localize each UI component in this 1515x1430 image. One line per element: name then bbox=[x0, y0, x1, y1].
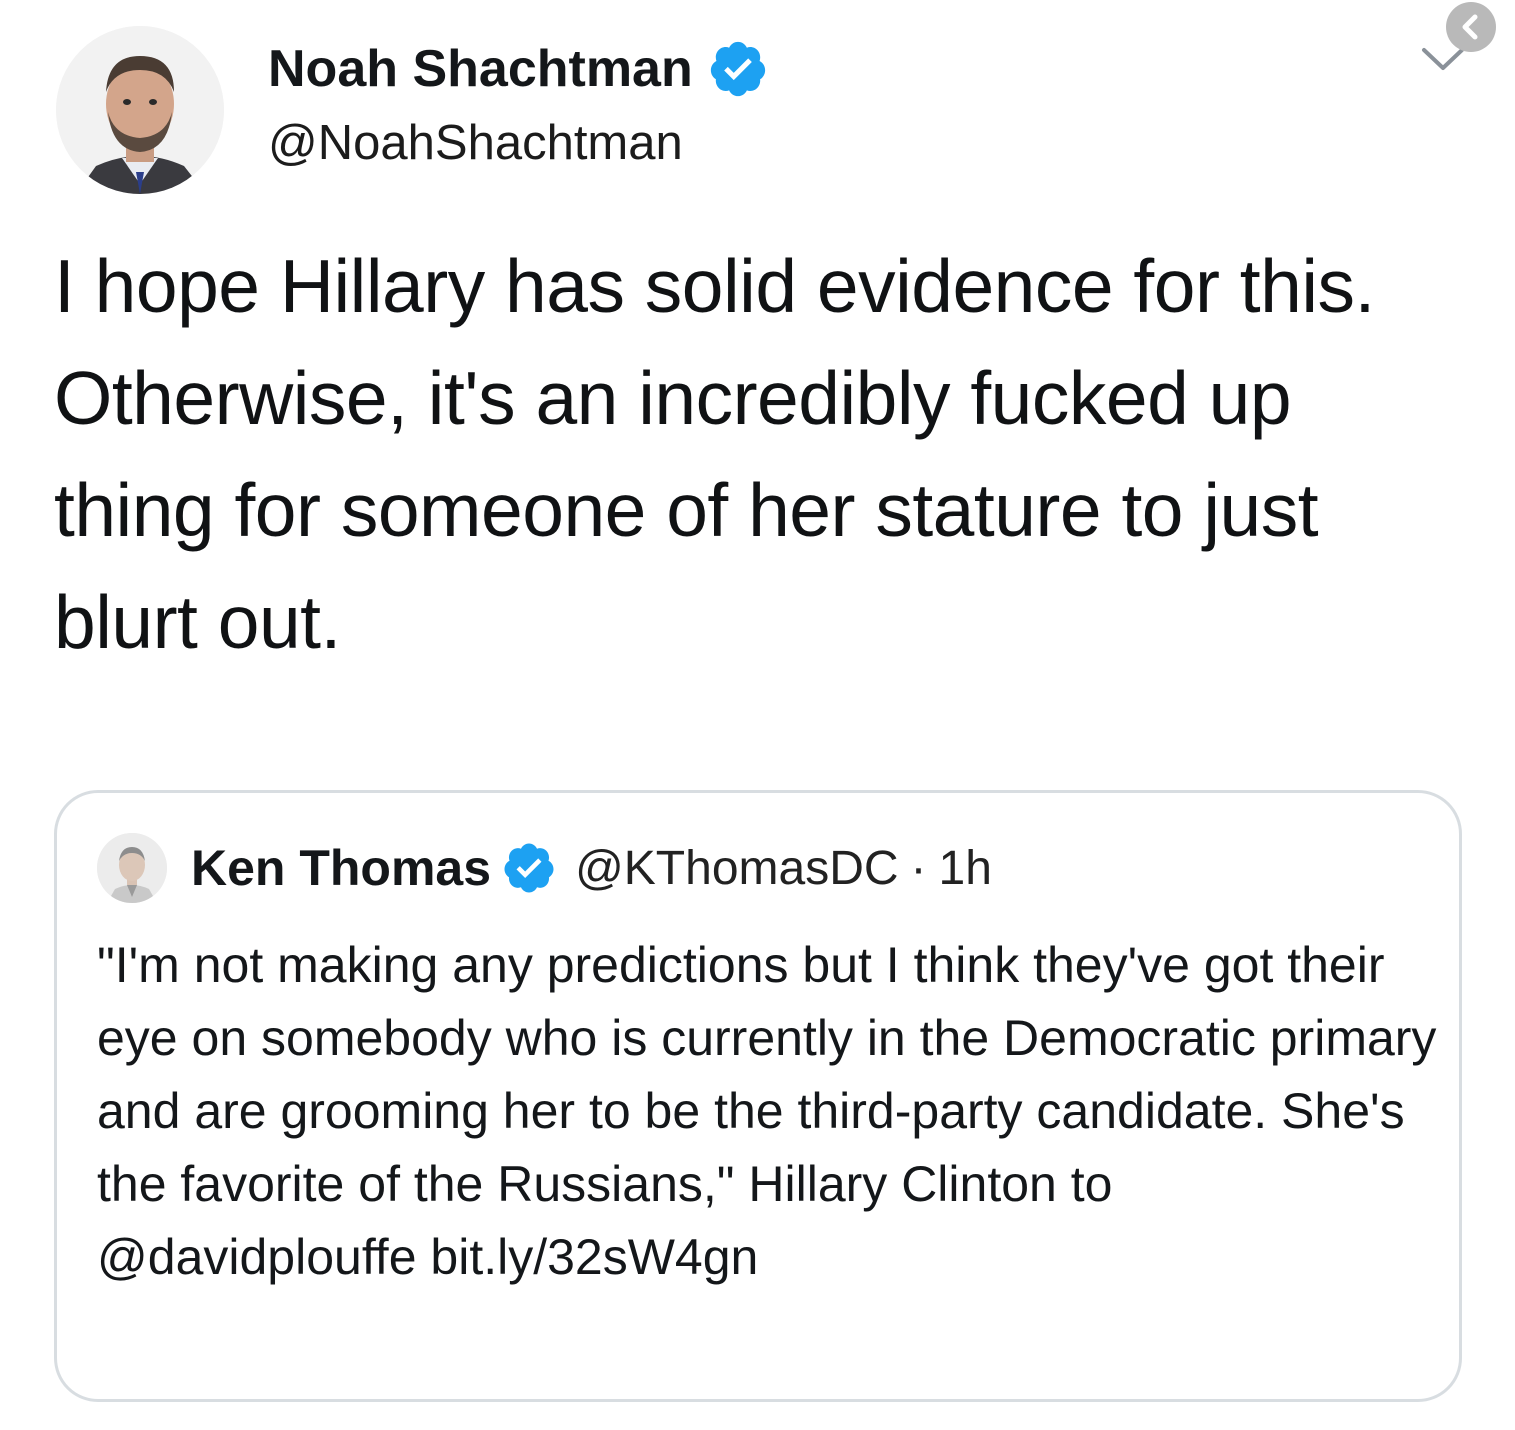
chevron-left-icon bbox=[1462, 14, 1478, 40]
author-handle[interactable]: @NoahShachtman bbox=[268, 114, 683, 172]
verified-badge-icon bbox=[504, 843, 554, 893]
author-display-name[interactable]: Noah Shachtman bbox=[268, 38, 693, 100]
quoted-tweet-time[interactable]: 1h bbox=[939, 841, 992, 896]
quoted-author-handle[interactable]: @KThomasDC bbox=[575, 841, 898, 896]
quoted-tweet-card[interactable]: Ken Thomas @KThomasDC · 1h "I'm not maki… bbox=[54, 790, 1462, 1402]
quoted-tweet-header: Ken Thomas @KThomasDC · 1h bbox=[191, 837, 992, 899]
back-button[interactable] bbox=[1446, 2, 1496, 52]
meta-separator: · bbox=[910, 841, 927, 895]
profile-photo bbox=[56, 26, 224, 194]
quoted-author-name[interactable]: Ken Thomas bbox=[191, 839, 491, 897]
quoted-author-avatar[interactable] bbox=[97, 833, 167, 903]
tweet-text: I hope Hillary has solid evidence for th… bbox=[54, 244, 1375, 664]
author-avatar[interactable] bbox=[56, 26, 224, 194]
quoted-tweet-text: "I'm not making any predictions but I th… bbox=[97, 937, 1437, 1285]
profile-photo-small bbox=[97, 833, 167, 903]
verified-badge-icon bbox=[710, 41, 765, 97]
author-name-row[interactable]: Noah Shachtman bbox=[268, 38, 769, 100]
